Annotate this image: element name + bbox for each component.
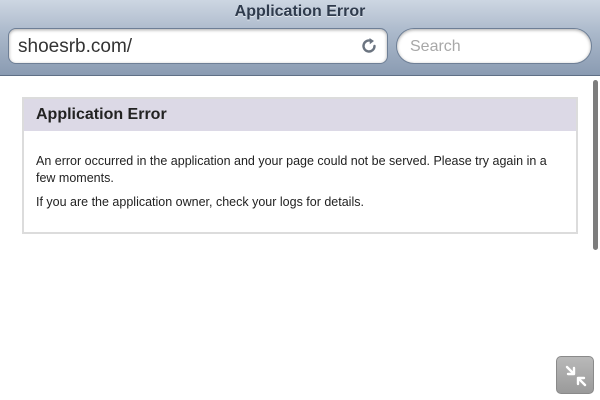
vertical-scrollbar[interactable] (593, 80, 598, 250)
collapse-arrows-icon (565, 365, 587, 387)
browser-toolbar: Application Error shoesrb.com/ Search (0, 0, 600, 76)
owner-hint: If you are the application owner, check … (36, 195, 364, 209)
exit-fullscreen-button[interactable] (556, 356, 594, 394)
browser-window: Application Error shoesrb.com/ Search Ap… (0, 0, 600, 400)
window-title: Application Error (234, 3, 366, 20)
error-body: An error occurred in the application and… (24, 131, 576, 211)
search-placeholder[interactable]: Search (410, 38, 461, 56)
error-message: An error occurred in the application and… (36, 154, 547, 185)
address-bar-text[interactable]: shoesrb.com/ (18, 36, 132, 58)
error-panel: Application Error An error occurred in t… (22, 97, 578, 234)
address-bar[interactable]: shoesrb.com/ (8, 28, 388, 64)
error-heading: Application Error (24, 99, 576, 131)
search-field[interactable]: Search (396, 28, 592, 64)
reload-icon[interactable] (359, 36, 379, 56)
